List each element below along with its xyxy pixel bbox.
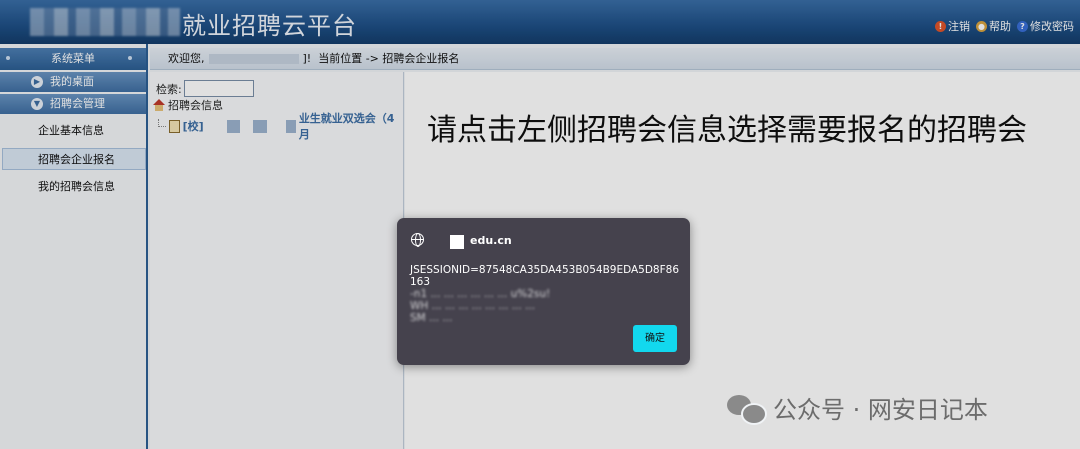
- watermark-text: 公众号 · 网安日记本: [773, 396, 988, 424]
- ok-button[interactable]: 确定: [633, 325, 677, 352]
- dialog-message-line: SM ... ...: [410, 312, 453, 324]
- globe-icon: [411, 233, 424, 247]
- redacted-block: [450, 235, 464, 249]
- dialog-message-line: WH ... ... ... ... ... ... ... ...: [410, 300, 536, 312]
- watermark: 公众号 · 网安日记本: [727, 390, 988, 425]
- dialog-message-line: JSESSIONID=87548CA35DA453B054B9EDA5D8F86…: [410, 264, 680, 288]
- dialog-message: JSESSIONID=87548CA35DA453B054B9EDA5D8F86…: [410, 264, 680, 324]
- wechat-icon: [727, 393, 767, 425]
- dialog-message-line: -n1 ... ... ... ... ... ... u%2su!: [410, 288, 551, 300]
- alert-dialog: edu.cn JSESSIONID=87548CA35DA453B054B9ED…: [397, 218, 690, 365]
- dialog-site: edu.cn: [470, 234, 512, 247]
